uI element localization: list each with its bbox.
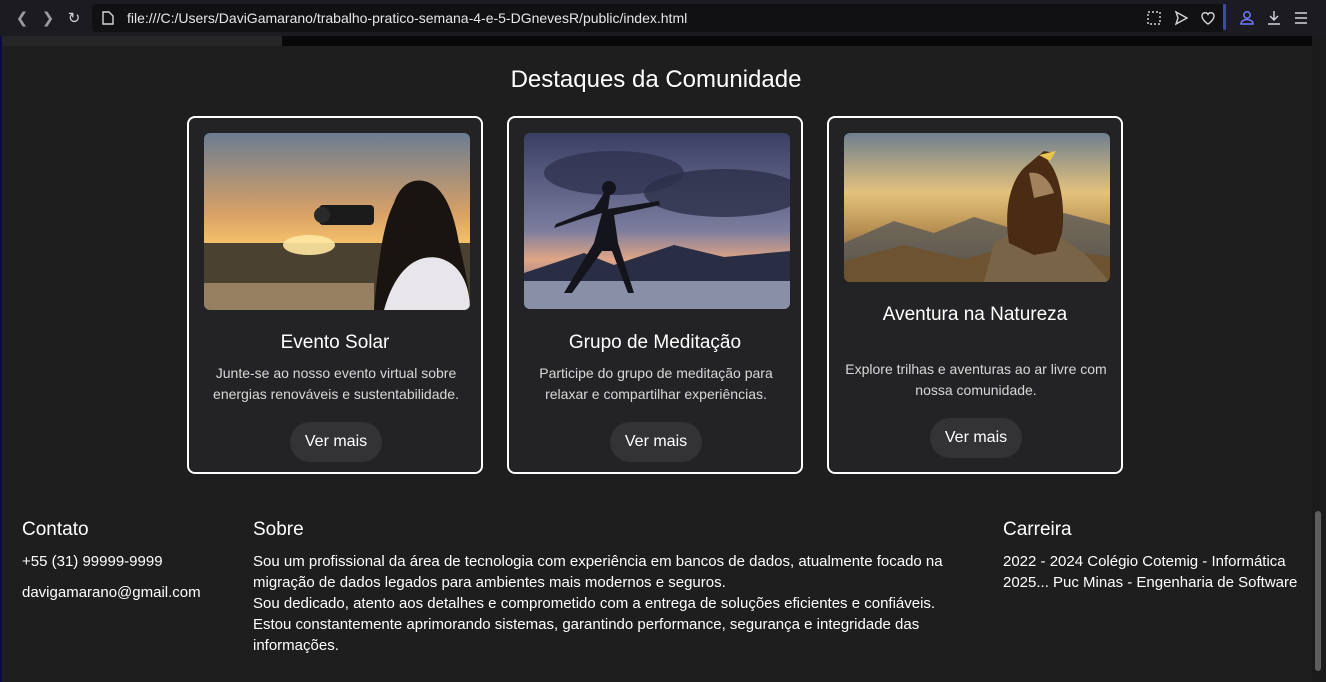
toolbar-separator [1223,4,1226,30]
address-bar[interactable]: file:///C:/Users/DaviGamarano/trabalho-p… [92,4,1224,32]
card-text: Participe do grupo de meditação para rel… [539,365,773,402]
menu-icon[interactable] [1291,8,1311,28]
about-text: Sou um profissional da área de tecnologi… [253,551,973,656]
about-line: Estou constantemente aprimorando sistema… [253,616,920,633]
url-text[interactable]: file:///C:/Users/DaviGamarano/trabalho-p… [127,10,687,26]
card-text: Explore trilhas e aventuras ao ar livre … [845,361,1107,398]
card-title: Aventura na Natureza [882,304,1068,325]
card-image-eagle-mountains [844,133,1110,282]
browser-toolbar: ❮ ❯ ↻ file:///C:/Users/DaviGamarano/trab… [0,0,1326,36]
card-aventura-natureza: Aventura na Natureza Explore trilhas e a… [827,116,1123,474]
card-title: Grupo de Meditação [568,332,742,353]
account-icon[interactable] [1237,8,1257,28]
back-icon[interactable]: ❮ [12,8,32,28]
footer-career-title: Carreira [1003,519,1072,540]
download-icon[interactable] [1264,8,1284,28]
career-item: 2025... Puc Minas - Engenharia de Softwa… [1003,574,1298,591]
about-line: Sou um profissional da área de tecnologi… [253,553,943,570]
card-evento-solar: Evento Solar Junte-se ao nosso evento vi… [187,116,483,474]
scrollbar-thumb[interactable] [1315,511,1321,671]
card-text: Junte-se ao nosso evento virtual sobre e… [213,365,459,402]
page-icon [102,11,114,25]
heart-icon[interactable] [1198,8,1218,28]
card-image-yoga-silhouette [524,133,790,309]
page-header-strip [0,36,1312,46]
ver-mais-button[interactable]: Ver mais [930,418,1022,458]
ver-mais-button[interactable]: Ver mais [290,422,382,462]
card-title: Evento Solar [280,332,390,353]
career-item: 2022 - 2024 Colégio Cotemig - Informátic… [1003,553,1286,570]
send-icon[interactable] [1171,8,1191,28]
footer-about-title: Sobre [253,519,304,540]
about-line: migração de dados legados para ambientes… [253,574,726,591]
ver-mais-button[interactable]: Ver mais [610,422,702,462]
career-list: 2022 - 2024 Colégio Cotemig - Informátic… [1003,551,1308,593]
about-line: Sou dedicado, atento aos detalhes e comp… [253,595,936,612]
contact-email[interactable]: davigamarano@gmail.com [22,582,201,603]
forward-icon[interactable]: ❯ [38,8,58,28]
section-title: Destaques da Comunidade [510,66,802,93]
contact-phone: +55 (31) 99999-9999 [22,553,163,570]
footer-contact-title: Contato [22,519,89,540]
reload-icon[interactable]: ↻ [64,8,84,28]
scrollbar[interactable] [1312,36,1326,682]
screenshot-icon[interactable] [1144,8,1164,28]
card-grupo-meditacao: Grupo de Meditação Participe do grupo de… [507,116,803,474]
about-line: informações. [253,637,339,654]
card-image-sunset-photographer [204,133,470,310]
window-edge [0,36,2,682]
